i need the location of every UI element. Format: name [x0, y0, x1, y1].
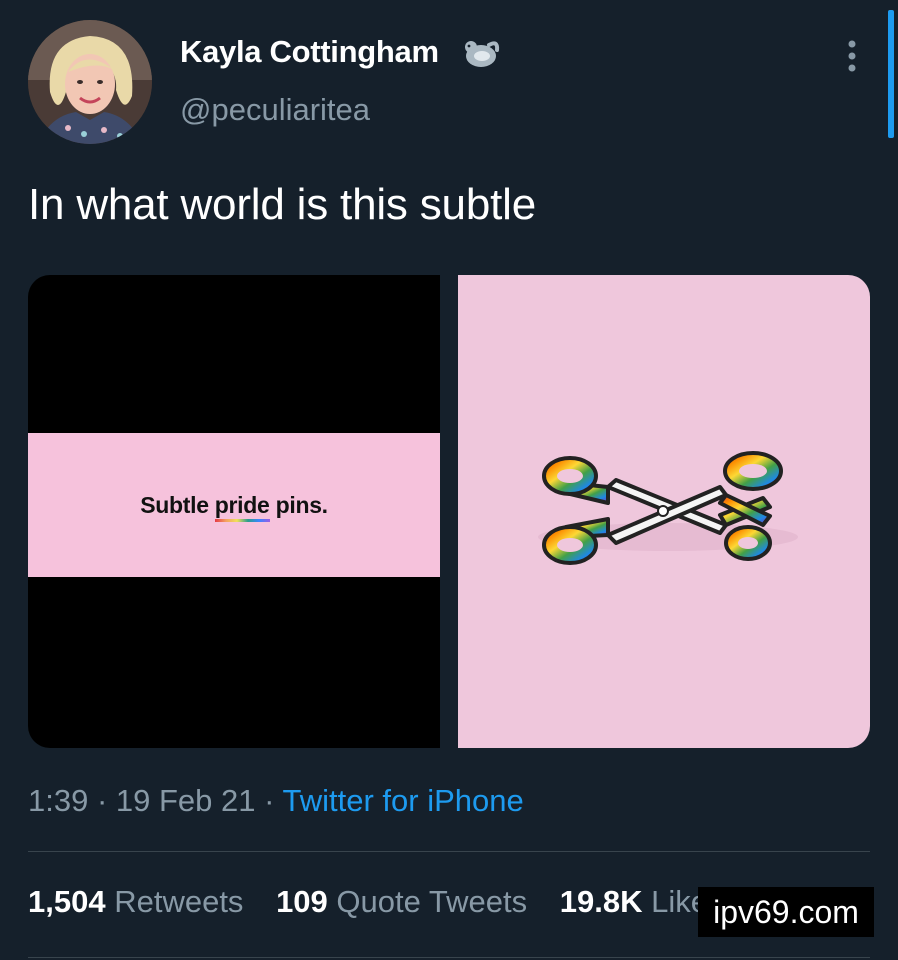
display-name[interactable]: Kayla Cottingham — [180, 34, 439, 70]
engagement-stats: 1,504 Retweets 109 Quote Tweets 19.8K Li… — [28, 884, 748, 920]
more-options-icon[interactable] — [840, 38, 864, 74]
tweet-source-link[interactable]: Twitter for iPhone — [283, 783, 524, 818]
media-grid: Subtle pride pins. — [28, 275, 870, 748]
tweet-meta: 1:39 · 19 Feb 21 · Twitter for iPhone — [28, 783, 524, 818]
scrollbar[interactable] — [888, 10, 894, 138]
promo-banner: Subtle pride pins. — [28, 433, 440, 577]
avatar[interactable] — [28, 20, 152, 144]
media-image-right[interactable] — [458, 275, 870, 748]
user-handle[interactable]: @peculiaritea — [180, 92, 370, 128]
retweets-stat[interactable]: 1,504 Retweets — [28, 884, 243, 919]
tweet-time[interactable]: 1:39 — [28, 783, 88, 818]
scissors-pin-icon — [538, 451, 798, 565]
avatar-photo — [28, 20, 152, 144]
otter-emoji-icon — [465, 41, 500, 67]
tweet-date[interactable]: 19 Feb 21 — [116, 783, 256, 818]
watermark: ipv69.com — [698, 887, 874, 937]
tweet-text: In what world is this subtle — [28, 180, 536, 229]
promo-caption: Subtle pride pins. — [140, 491, 328, 518]
divider — [28, 851, 870, 852]
media-image-left[interactable]: Subtle pride pins. — [28, 275, 440, 748]
bottom-divider — [28, 957, 870, 958]
quote-tweets-stat[interactable]: 109 Quote Tweets — [276, 884, 527, 919]
promo-highlight: pride — [214, 491, 270, 518]
